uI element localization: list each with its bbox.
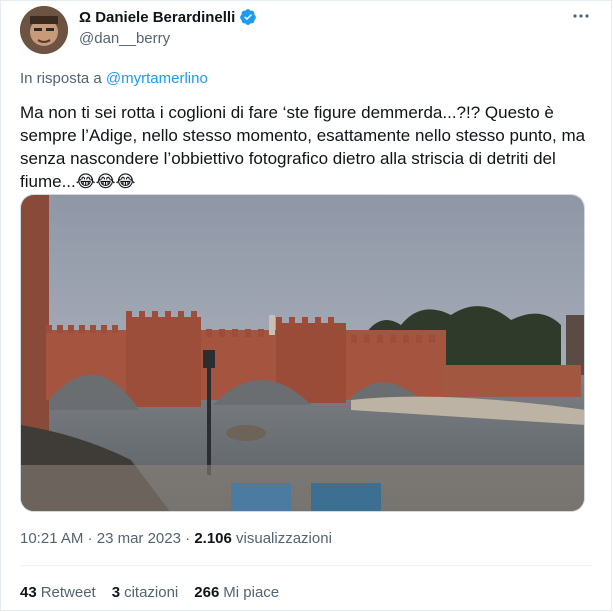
- author-handle[interactable]: @dan__berry: [79, 30, 170, 47]
- avatar-photo: [20, 6, 68, 54]
- bridge-river-photo: [21, 195, 584, 511]
- tweet-stats: 43 Retweet 3 citazioni 266 Mi piace: [20, 584, 279, 601]
- avatar[interactable]: [20, 6, 68, 54]
- reply-mention-link[interactable]: @myrtamerlino: [106, 70, 208, 87]
- likes-label: Mi piace: [223, 584, 280, 601]
- tweet-meta: 10:21 AM · 23 mar 2023 · 2.106 visualizz…: [20, 530, 332, 547]
- quotes-count: 3: [111, 584, 121, 601]
- meta-separator: ·: [87, 530, 93, 547]
- tweet-time[interactable]: 10:21 AM: [20, 530, 83, 547]
- meta-separator: ·: [185, 530, 191, 547]
- divider: [20, 565, 592, 566]
- author-name[interactable]: Ω Daniele Berardinelli: [79, 9, 235, 26]
- verified-badge-icon: [240, 9, 257, 25]
- views-label: visualizzazioni: [236, 530, 332, 547]
- author-name-row: Ω Daniele Berardinelli: [79, 8, 257, 26]
- tweet-text: Ma non ti sei rotta i coglioni di fare ‘…: [20, 101, 590, 194]
- quotes-stat[interactable]: 3 citazioni: [112, 584, 179, 601]
- reply-prefix: In risposta a: [20, 70, 102, 87]
- retweets-count: 43: [20, 584, 37, 601]
- reply-context: In risposta a @myrtamerlino: [20, 70, 208, 87]
- tweet-date[interactable]: 23 mar 2023: [97, 530, 181, 547]
- tweet-media-image[interactable]: [20, 194, 585, 512]
- views-count: 2.106: [194, 530, 232, 547]
- tweet-emojis: 😂😂😂: [75, 172, 136, 192]
- retweets-label: Retweet: [40, 584, 96, 601]
- likes-stat[interactable]: 266 Mi piace: [194, 584, 279, 601]
- retweets-stat[interactable]: 43 Retweet: [20, 584, 96, 601]
- likes-count: 266: [194, 584, 220, 601]
- quotes-label: citazioni: [124, 584, 179, 601]
- more-horizontal-icon[interactable]: [571, 6, 591, 31]
